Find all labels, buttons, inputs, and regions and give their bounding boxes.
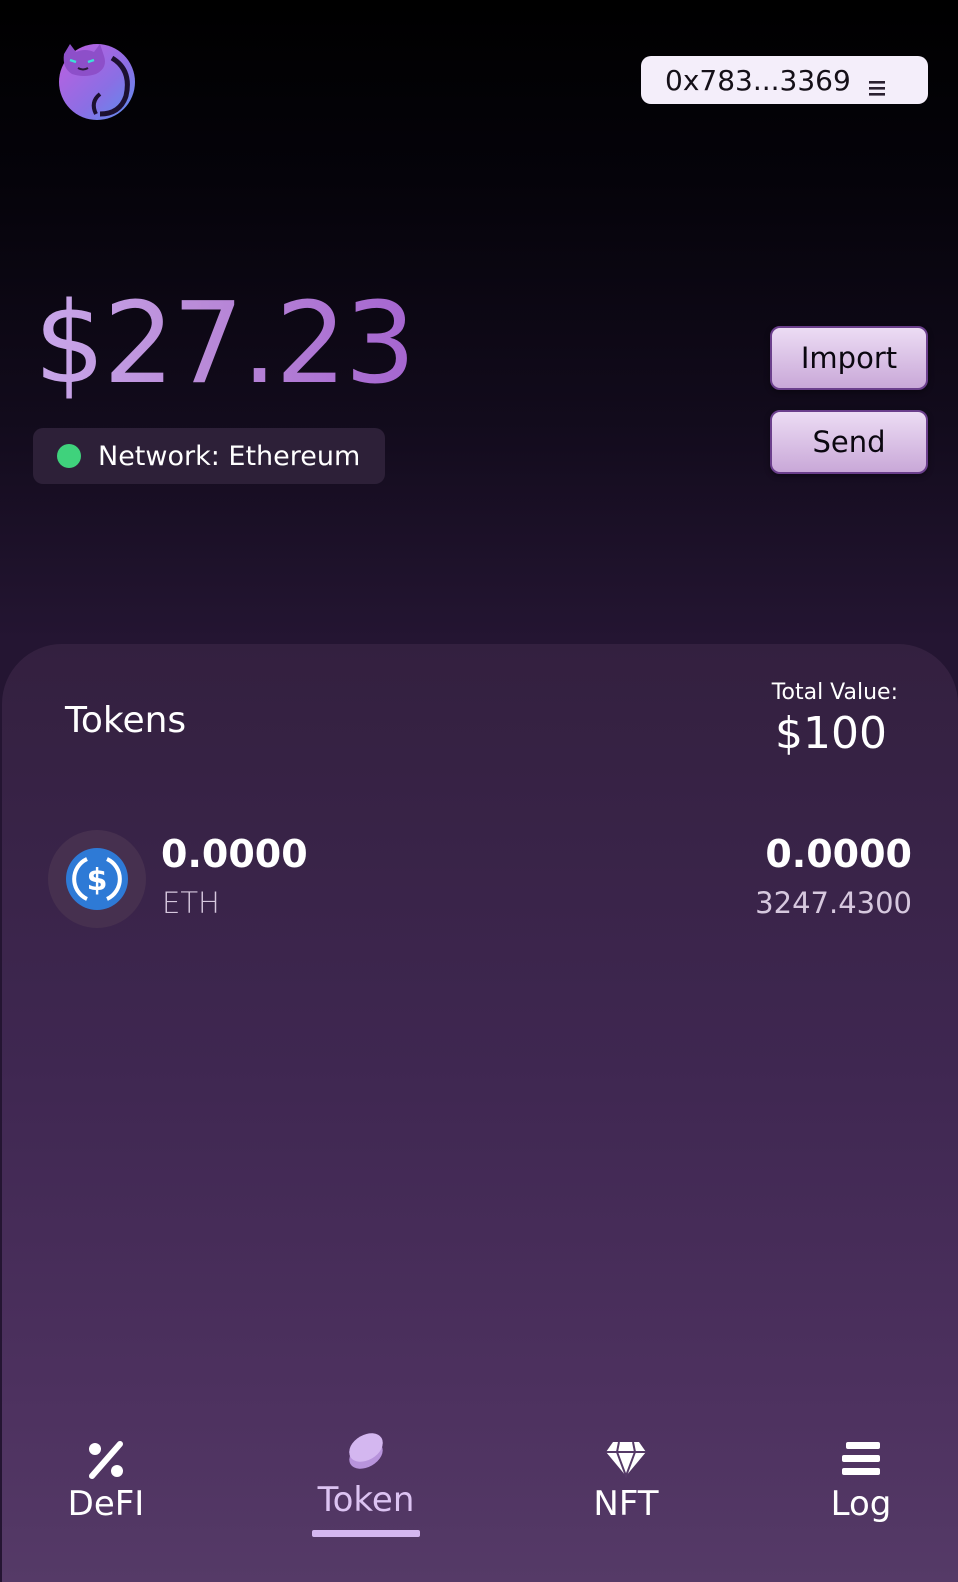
account-address-button[interactable]: 0x783...3369 [641, 56, 928, 104]
total-value: $100 [775, 708, 887, 759]
token-value: 0.0000 [765, 832, 912, 876]
nav-label-log: Log [830, 1484, 892, 1524]
svg-text:$: $ [87, 863, 108, 898]
active-tab-indicator [312, 1530, 420, 1537]
network-label: Network: Ethereum [98, 440, 361, 472]
nav-item-log[interactable]: Log [791, 1420, 931, 1550]
cat-logo-icon[interactable] [56, 40, 138, 122]
nav-label-token: Token [317, 1480, 415, 1520]
usd-coin-icon: $ [65, 847, 129, 911]
list-icon [840, 1440, 882, 1482]
total-value-label: Total Value: [771, 680, 898, 705]
wallet-balance: $27.23 [34, 279, 416, 409]
menu-icon[interactable] [868, 71, 886, 96]
import-button[interactable]: Import [770, 326, 928, 390]
nav-item-defi[interactable]: DeFI [36, 1420, 176, 1550]
account-address: 0x783...3369 [665, 63, 851, 97]
network-status-dot [57, 444, 81, 468]
send-button[interactable]: Send [770, 410, 928, 474]
nav-label-defi: DeFI [67, 1484, 145, 1524]
coin-icon [344, 1430, 388, 1476]
top-bar: 0x783...3369 [0, 0, 958, 150]
token-symbol: ETH [162, 886, 220, 920]
network-badge[interactable]: Network: Ethereum [33, 428, 385, 484]
nav-item-token[interactable]: Token [296, 1420, 436, 1550]
bottom-nav: DeFI Token NFT Log [0, 1420, 958, 1582]
token-amount: 0.0000 [161, 832, 308, 876]
token-row[interactable]: $ 0.0000 ETH 0.0000 3247.4300 [2, 828, 958, 938]
token-price: 3247.4300 [755, 886, 912, 920]
nav-label-nft: NFT [593, 1484, 659, 1524]
nav-item-nft[interactable]: NFT [556, 1420, 696, 1550]
tokens-title: Tokens [65, 700, 187, 741]
percent-icon [86, 1440, 126, 1484]
token-icon-wrap: $ [48, 830, 146, 928]
diamond-icon [605, 1440, 647, 1482]
